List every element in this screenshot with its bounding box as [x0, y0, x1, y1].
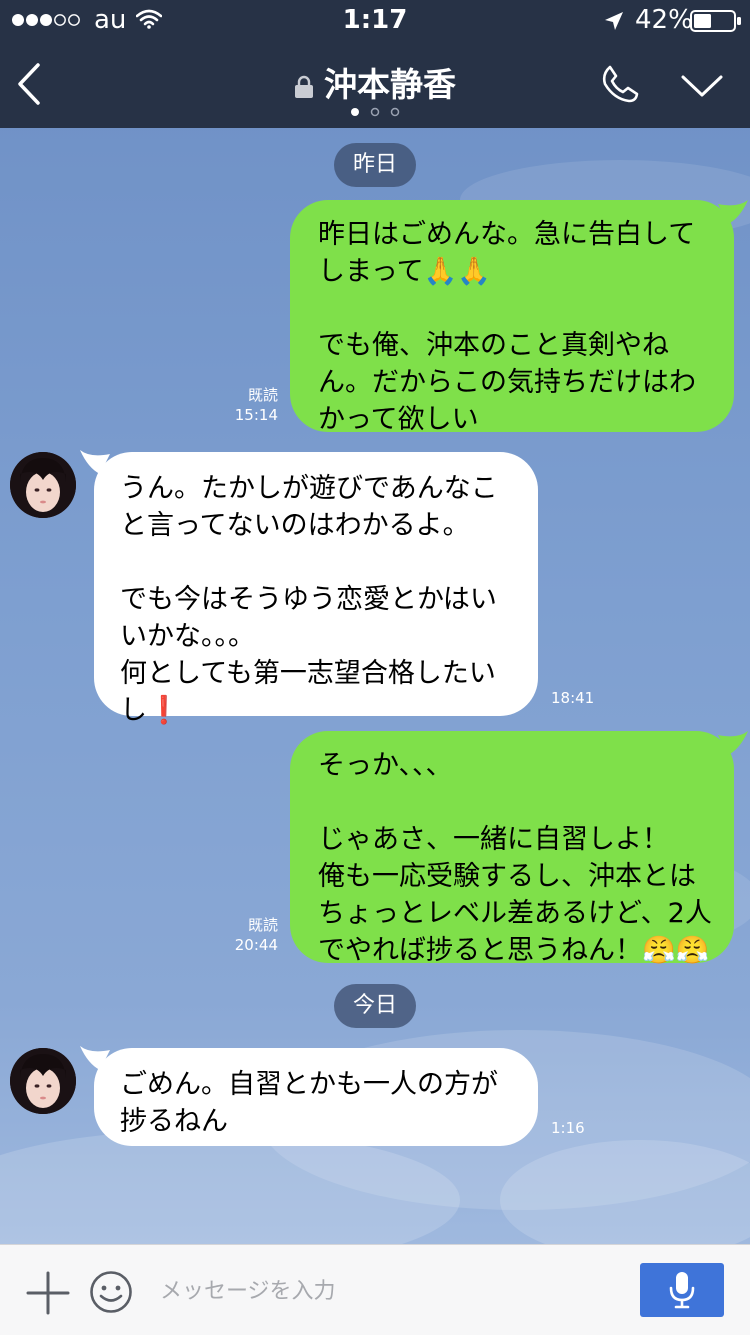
status-bar: au 1:17 42%	[0, 0, 750, 40]
battery-icon	[690, 10, 741, 32]
avatar[interactable]	[10, 452, 76, 518]
message-bubble-sent[interactable]: そっか、、、 じゃあさ、一緒に自習しよ！ 俺も一応受験するし、沖本とはちょっとレ…	[290, 731, 734, 966]
plus-icon[interactable]	[26, 1271, 70, 1315]
lock-icon	[295, 75, 313, 98]
avatar-portrait	[10, 1048, 76, 1114]
read-receipt: 既読	[247, 916, 278, 934]
message-time: 18:41	[551, 689, 595, 707]
date-separator-today: 今日	[334, 984, 416, 1028]
location-arrow-icon	[605, 12, 623, 30]
contact-name: 沖本静香	[324, 65, 456, 104]
message-input[interactable]: メッセージを入力	[160, 1273, 336, 1305]
message-time: 20:44	[234, 936, 278, 954]
message-input-bar: メッセージを入力	[0, 1244, 750, 1335]
message-meta: 既読 15:14	[218, 385, 278, 425]
avatar-portrait	[10, 452, 76, 518]
page-indicator	[351, 107, 400, 117]
chat-header: 沖本静香	[0, 40, 750, 128]
message-bubble-received[interactable]: ごめん。自習とかも一人の方が捗るねん	[94, 1048, 538, 1146]
read-receipt: 既読	[247, 386, 278, 404]
voice-message-button[interactable]	[640, 1263, 724, 1317]
message-bubble-received[interactable]: うん。たかしが遊びであんなこと言ってないのはわかるよ。 でも今はそうゆう恋愛とか…	[94, 452, 538, 726]
message-time: 15:14	[234, 406, 278, 424]
date-separator-yesterday: 昨日	[334, 143, 416, 187]
phone-icon[interactable]	[600, 64, 640, 104]
mic-icon	[669, 1272, 695, 1309]
message-time: 1:16	[551, 1119, 585, 1137]
battery-percent: 42%	[635, 5, 693, 35]
avatar[interactable]	[10, 1048, 76, 1114]
message-meta: 既読 20:44	[218, 915, 278, 955]
emoji-icon[interactable]	[89, 1270, 133, 1314]
bubble-tail	[718, 200, 748, 224]
chevron-down-icon[interactable]	[680, 74, 724, 98]
bubble-tail	[718, 731, 748, 755]
message-bubble-sent[interactable]: 昨日はごめんな。急に告白してしまって🙏🙏 でも俺、沖本のこと真剣やねん。だからこ…	[290, 200, 734, 435]
